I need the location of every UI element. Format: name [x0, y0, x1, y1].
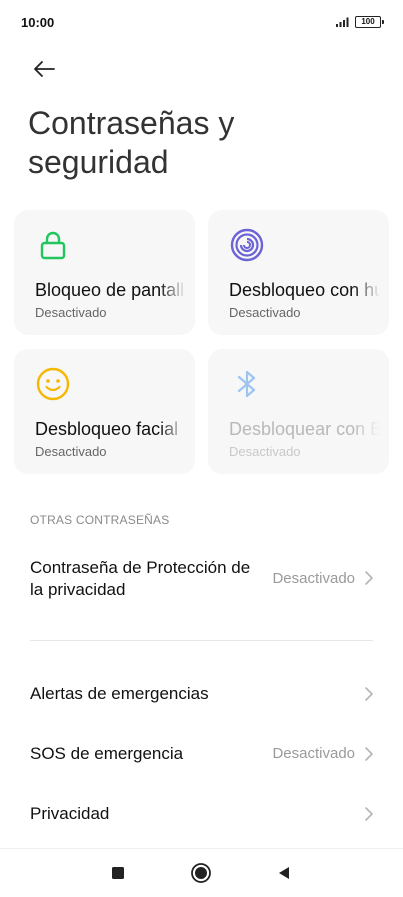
status-bar: 10:00 100 — [0, 0, 403, 44]
battery-icon: 100 — [355, 16, 384, 28]
navigation-bar — [0, 848, 403, 897]
row-title: Privacidad — [30, 804, 110, 823]
back-button[interactable] — [28, 54, 60, 84]
status-icons: 100 — [335, 16, 384, 28]
battery-level: 100 — [361, 17, 375, 26]
face-icon — [36, 367, 70, 401]
sos-emergency-row[interactable]: SOS de emergencia Desactivado — [0, 740, 403, 770]
section-header-other-passwords: OTRAS CONTRASEÑAS — [30, 513, 170, 527]
triangle-back-icon — [279, 867, 289, 879]
chevron-right-icon — [365, 687, 373, 701]
divider — [30, 640, 373, 641]
fingerprint-icon — [230, 228, 264, 262]
signal-icon — [336, 17, 349, 27]
square-icon — [112, 867, 124, 879]
chevron-right-icon — [365, 571, 373, 585]
label-fade — [159, 270, 195, 310]
card-status: Desactivado — [35, 444, 107, 459]
card-face-unlock[interactable]: Desbloqueo facial Desactivado — [14, 349, 195, 474]
card-fingerprint-unlock[interactable]: Desbloqueo con huella Desactivado — [208, 210, 389, 335]
card-status: Desactivado — [35, 305, 107, 320]
lock-icon — [36, 228, 70, 262]
card-label: Desbloqueo facial — [35, 419, 179, 439]
chevron-right-icon — [365, 807, 373, 821]
privacy-protection-password-row[interactable]: Contraseña de Protección de la privacida… — [0, 556, 403, 606]
label-fade — [353, 409, 389, 449]
label-fade — [159, 409, 195, 449]
row-title: Alertas de emergencias — [30, 684, 209, 703]
privacy-row[interactable]: Privacidad — [0, 800, 403, 830]
home-button[interactable] — [189, 861, 213, 885]
card-status: Desactivado — [229, 305, 301, 320]
back-nav-button[interactable] — [272, 861, 296, 885]
card-status: Desactivado — [229, 444, 301, 459]
emergency-alerts-row[interactable]: Alertas de emergencias — [0, 680, 403, 710]
row-value: Desactivado — [272, 570, 355, 587]
row-title: Contraseña de Protección de la privacida… — [30, 558, 251, 599]
label-fade — [353, 270, 389, 310]
chevron-right-icon — [365, 747, 373, 761]
recents-button[interactable] — [106, 861, 130, 885]
circle-icon — [191, 863, 211, 883]
card-bluetooth-unlock[interactable]: Desbloquear con Bluetooth Desactivado — [208, 349, 389, 474]
row-title: SOS de emergencia — [30, 744, 184, 763]
card-screen-lock[interactable]: Bloqueo de pantalla Desactivado — [14, 210, 195, 335]
arrow-left-icon — [34, 61, 55, 77]
bluetooth-icon — [230, 367, 264, 401]
page-title: Contraseñas y seguridad — [28, 105, 235, 180]
status-time: 10:00 — [21, 15, 55, 30]
row-value: Desactivado — [272, 745, 355, 762]
